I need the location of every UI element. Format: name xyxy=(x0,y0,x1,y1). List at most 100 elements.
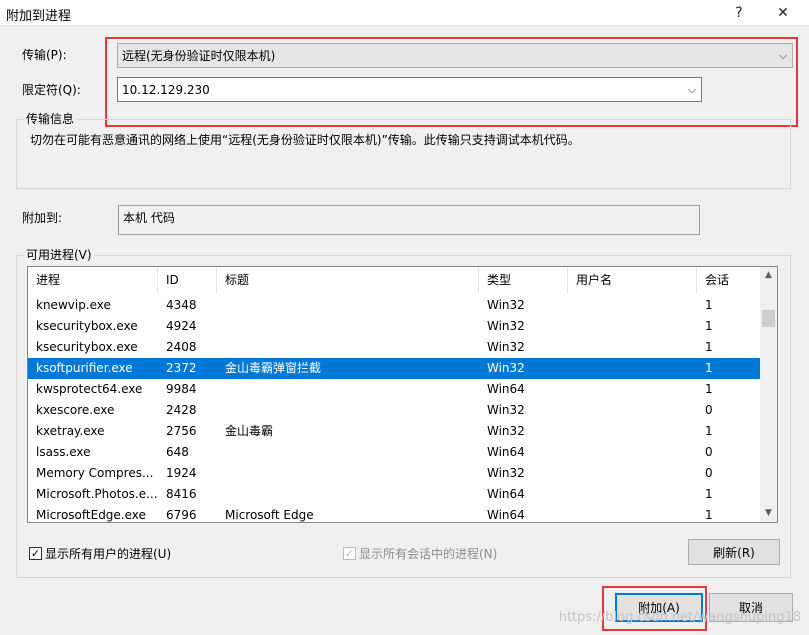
show-all-sessions-label: 显示所有会话中的进程(N) xyxy=(359,547,498,561)
cell-title: 金山毒霸弹窗拦截 xyxy=(225,361,322,375)
cell-type: Win32 xyxy=(487,319,525,333)
cell-name: Memory Compres... xyxy=(36,466,154,480)
show-all-users-checkbox[interactable]: ✓ xyxy=(29,547,42,560)
process-list[interactable]: 进程 ID 标题 类型 用户名 会话 knewvip.exe 4348 Win32 1… xyxy=(27,266,778,523)
column-header-session[interactable]: 会话 xyxy=(697,267,761,293)
table-row-selected[interactable]: ksoftpurifier.exe 2372 金山毒霸弹窗拦截 Win32 1 xyxy=(28,358,761,379)
attach-to-label: 附加到: xyxy=(22,211,63,225)
cell-name: kxescore.exe xyxy=(36,403,115,417)
cell-session: 0 xyxy=(705,403,713,417)
cell-session: 1 xyxy=(705,298,713,312)
table-row[interactable]: kwsprotect64.exe 9984 Win64 1 xyxy=(28,379,761,400)
show-all-sessions-option: ✓ 显示所有会话中的进程(N) xyxy=(343,545,497,562)
cell-id: 648 xyxy=(166,445,189,459)
show-all-users-label: 显示所有用户的进程(U) xyxy=(45,547,172,561)
table-row[interactable]: Memory Compres... 1924 Win32 0 xyxy=(28,463,761,484)
cell-name: knewvip.exe xyxy=(36,298,111,312)
cell-name: MicrosoftEdge.exe xyxy=(36,508,146,522)
cell-type: Win64 xyxy=(487,508,525,522)
cell-type: Win32 xyxy=(487,403,525,417)
cell-id: 4348 xyxy=(166,298,197,312)
qualifier-value: 10.12.129.230 xyxy=(122,82,210,97)
transport-info-text: 切勿在可能有恶意通讯的网络上使用“远程(无身份验证时仅限本机)”传输。此传输只支… xyxy=(30,133,580,147)
process-list-header: 进程 ID 标题 类型 用户名 会话 xyxy=(28,267,761,293)
cell-session: 1 xyxy=(705,340,713,354)
cell-type: Win32 xyxy=(487,424,525,438)
column-header-type[interactable]: 类型 xyxy=(479,267,568,293)
table-row[interactable]: kxescore.exe 2428 Win32 0 xyxy=(28,400,761,421)
vertical-scrollbar[interactable]: ▲ ▼ xyxy=(760,267,777,522)
cell-name: kxetray.exe xyxy=(36,424,105,438)
table-row[interactable]: lsass.exe 648 Win64 0 xyxy=(28,442,761,463)
cell-title: Microsoft Edge xyxy=(225,508,314,522)
cell-type: Win64 xyxy=(487,487,525,501)
chevron-down-icon: ⌵ xyxy=(778,48,788,62)
help-button[interactable]: ? xyxy=(719,0,759,26)
cell-type: Win32 xyxy=(487,361,525,375)
cell-session: 1 xyxy=(705,487,713,501)
scroll-up-icon[interactable]: ▲ xyxy=(760,267,777,284)
table-row[interactable]: knewvip.exe 4348 Win32 1 xyxy=(28,295,761,316)
column-header-title[interactable]: 标题 xyxy=(217,267,479,293)
table-row[interactable]: kxetray.exe 2756 金山毒霸 Win32 1 xyxy=(28,421,761,442)
cell-type: Win64 xyxy=(487,382,525,396)
transport-dropdown[interactable]: 远程(无身份验证时仅限本机) ⌵ xyxy=(117,43,793,68)
cell-id: 2756 xyxy=(166,424,197,438)
cell-id: 4924 xyxy=(166,319,197,333)
close-button[interactable]: ✕ xyxy=(763,0,803,26)
cell-id: 1924 xyxy=(166,466,197,480)
cell-session: 0 xyxy=(705,466,713,480)
column-header-id[interactable]: ID xyxy=(158,267,217,293)
cell-type: Win64 xyxy=(487,445,525,459)
cell-name: ksecuritybox.exe xyxy=(36,319,138,333)
transport-value: 远程(无身份验证时仅限本机) xyxy=(122,49,276,63)
cell-title: 金山毒霸 xyxy=(225,424,274,438)
cell-name: Microsoft.Photos.e... xyxy=(36,487,158,501)
scroll-down-icon[interactable]: ▼ xyxy=(760,505,777,522)
cell-type: Win32 xyxy=(487,466,525,480)
cell-name: lsass.exe xyxy=(36,445,91,459)
cell-type: Win32 xyxy=(487,298,525,312)
watermark-text: https://blog.csdn.net/wangshuping18 xyxy=(558,610,801,625)
cell-id: 6796 xyxy=(166,508,197,522)
scroll-thumb[interactable] xyxy=(762,310,775,327)
table-row[interactable]: Microsoft.Photos.e... 8416 Win64 1 xyxy=(28,484,761,505)
cell-session: 1 xyxy=(705,382,713,396)
cell-name: ksoftpurifier.exe xyxy=(36,361,133,375)
table-row[interactable]: ksecuritybox.exe 4924 Win32 1 xyxy=(28,316,761,337)
attach-to-field[interactable]: 本机 代码 xyxy=(118,205,700,235)
transport-info-title: 传输信息 xyxy=(23,112,78,126)
refresh-button-label: 刷新(R) xyxy=(713,545,755,560)
cell-id: 2428 xyxy=(166,403,197,417)
transport-info-group xyxy=(16,119,791,189)
qualifier-label: 限定符(Q): xyxy=(22,83,81,97)
cell-id: 2372 xyxy=(166,361,197,375)
cell-session: 1 xyxy=(705,424,713,438)
qualifier-input[interactable]: 10.12.129.230 ⌵ xyxy=(117,77,702,102)
column-header-user[interactable]: 用户名 xyxy=(568,267,697,293)
show-all-sessions-checkbox: ✓ xyxy=(343,547,356,560)
cell-id: 9984 xyxy=(166,382,197,396)
cell-name: kwsprotect64.exe xyxy=(36,382,143,396)
cell-name: ksecuritybox.exe xyxy=(36,340,138,354)
attach-to-value: 本机 代码 xyxy=(123,211,175,225)
cell-session: 1 xyxy=(705,361,713,375)
chevron-down-icon[interactable]: ⌵ xyxy=(683,83,701,97)
cell-session: 1 xyxy=(705,319,713,333)
show-all-users-option[interactable]: ✓ 显示所有用户的进程(U) xyxy=(29,545,171,562)
cell-session: 0 xyxy=(705,445,713,459)
cell-type: Win32 xyxy=(487,340,525,354)
column-header-process[interactable]: 进程 xyxy=(28,267,158,293)
table-row[interactable]: MicrosoftEdge.exe 6796 Microsoft Edge Win64… xyxy=(28,505,761,522)
cell-id: 2408 xyxy=(166,340,197,354)
cell-id: 8416 xyxy=(166,487,197,501)
transport-label: 传输(P): xyxy=(22,48,67,62)
refresh-button[interactable]: 刷新(R) xyxy=(688,539,780,565)
window-title: 附加到进程 xyxy=(6,9,72,24)
table-row[interactable]: ksecuritybox.exe 2408 Win32 1 xyxy=(28,337,761,358)
cell-session: 1 xyxy=(705,508,713,522)
processes-title: 可用进程(V) xyxy=(23,248,95,262)
close-icon: ✕ xyxy=(777,5,789,21)
help-icon: ? xyxy=(735,5,743,21)
title-bar: 附加到进程 ? ✕ xyxy=(0,0,809,26)
